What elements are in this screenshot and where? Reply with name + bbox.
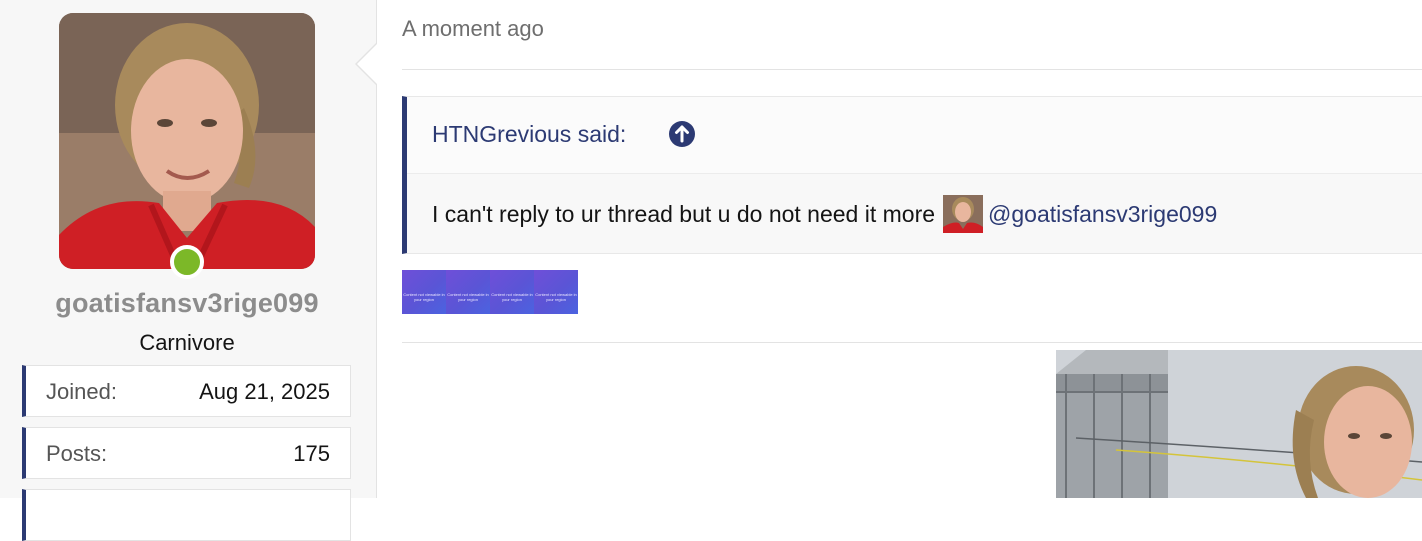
stat-value[interactable]: 175 (293, 441, 330, 467)
online-status-icon (170, 245, 204, 279)
user-sidebar: goatisfansv3rige099 Carnivore Joined: Au… (0, 0, 377, 541)
stat-joined: Joined: Aug 21, 2025 (22, 365, 351, 417)
mention-link[interactable]: @goatisfansv3rige099 (988, 201, 1217, 228)
blocked-media-tile[interactable]: Content not viewable in your region (446, 270, 490, 314)
divider (402, 342, 1422, 343)
quote-body: I can't reply to ur thread but u do not … (432, 195, 1217, 233)
post-pointer-inner (357, 43, 378, 85)
blocked-media-label: Content not viewable in your region (447, 292, 489, 302)
stat-value: Aug 21, 2025 (199, 379, 330, 404)
quote-block: HTNGrevious said: I can't reply to ur th… (402, 96, 1422, 254)
quote-header: HTNGrevious said: (407, 97, 1422, 174)
stat-label: Posts: (46, 441, 108, 466)
user-avatar[interactable] (59, 13, 315, 269)
blocked-media-strip: Content not viewable in your region Cont… (402, 270, 578, 314)
arrow-up-circle-icon[interactable] (669, 121, 695, 147)
mention-avatar[interactable] (943, 195, 984, 233)
stat-next (22, 489, 351, 541)
blocked-media-label: Content not viewable in your region (535, 292, 577, 302)
quote-text: I can't reply to ur thread but u do not … (432, 200, 936, 227)
blocked-media-tile[interactable]: Content not viewable in your region (490, 270, 534, 314)
username[interactable]: goatisfansv3rige099 (0, 288, 374, 319)
blocked-media-label: Content not viewable in your region (403, 292, 445, 302)
user-title: Carnivore (139, 330, 235, 355)
post-timestamp[interactable]: A moment ago (402, 16, 544, 42)
quote-author-link[interactable]: HTNGrevious said: (432, 121, 626, 148)
stat-label: Joined: (46, 379, 117, 404)
blocked-media-label: Content not viewable in your region (491, 292, 533, 302)
stat-posts: Posts: 175 (22, 427, 351, 479)
blocked-media-tile[interactable]: Content not viewable in your region (402, 270, 446, 314)
divider (402, 69, 1422, 70)
blocked-media-tile[interactable]: Content not viewable in your region (534, 270, 578, 314)
attached-image[interactable] (1056, 350, 1422, 498)
